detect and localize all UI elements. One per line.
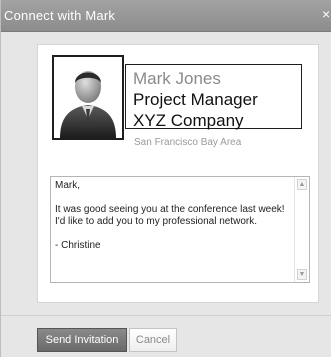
profile-location: San Francisco Bay Area — [134, 137, 242, 148]
invitation-panel: Mark Jones Project Manager XYZ Company S… — [37, 44, 319, 303]
dialog-title: Connect with Mark — [4, 8, 116, 23]
cancel-button[interactable]: Cancel — [129, 328, 177, 352]
profile-company: XYZ Company — [133, 111, 244, 130]
profile-name[interactable]: Mark Jones — [133, 69, 221, 89]
message-scrollbar[interactable]: ▲ ▼ — [294, 177, 309, 282]
message-textarea[interactable]: Mark, It was good seeing you at the conf… — [50, 176, 310, 283]
connect-dialog: Connect with Mark × Mark Jones Project M… — [0, 0, 331, 357]
message-text[interactable]: Mark, It was good seeing you at the conf… — [55, 180, 291, 252]
close-icon[interactable]: × — [322, 6, 331, 22]
profile-title: Project Manager — [133, 90, 258, 109]
person-avatar-icon — [60, 71, 116, 138]
chevron-up-icon[interactable]: ▲ — [297, 179, 307, 190]
send-invitation-button[interactable]: Send Invitation — [37, 328, 127, 352]
dialog-titlebar: Connect with Mark × — [1, 0, 331, 32]
chevron-down-icon[interactable]: ▼ — [297, 269, 307, 280]
footer-divider — [1, 315, 331, 316]
avatar — [52, 55, 124, 140]
